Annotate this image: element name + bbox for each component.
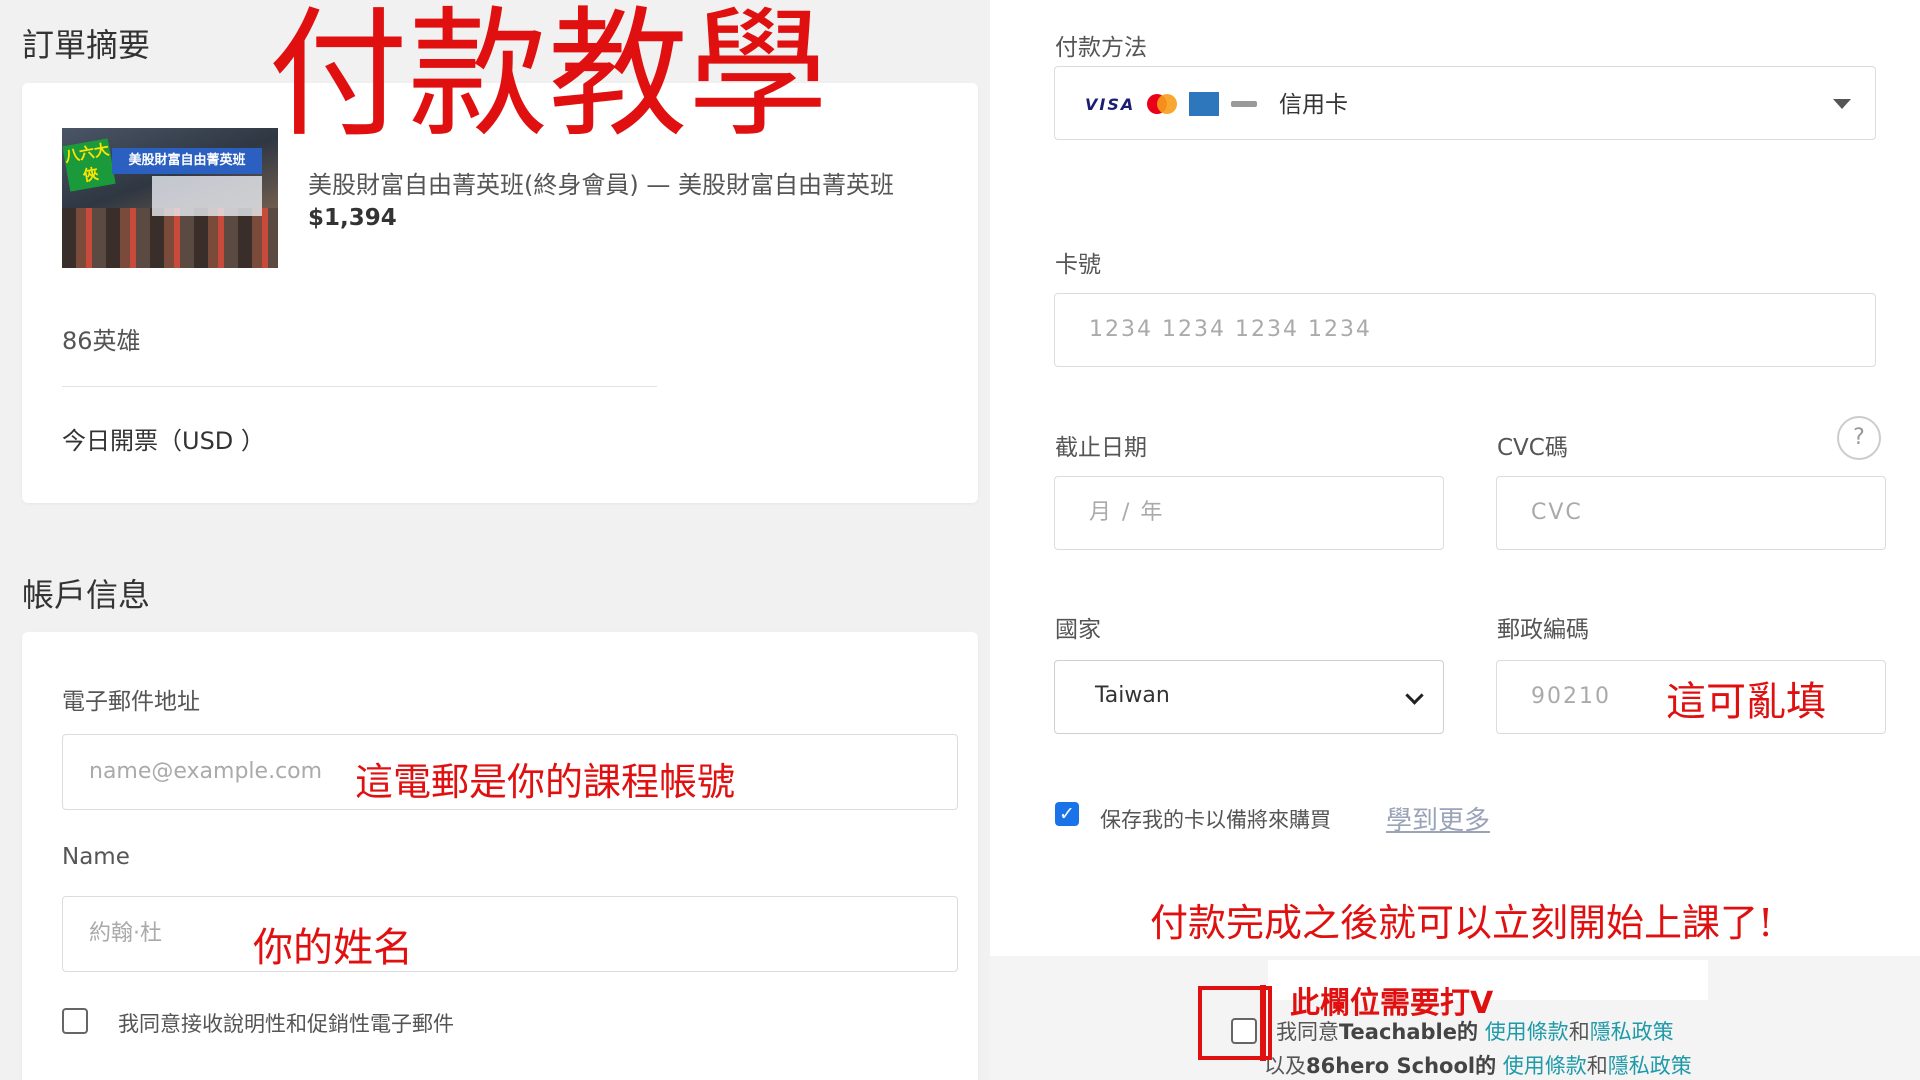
cvc-label: CVC碼 (1497, 435, 1568, 461)
payment-method-value: 信用卡 (1279, 92, 1348, 118)
caret-down-icon (1833, 99, 1851, 109)
product-name: 美股財富自由菁英班(終身會員) — 美股財富自由菁英班 (308, 171, 894, 199)
tutorial-title-annotation: 付款教學 (268, 0, 829, 157)
country-select[interactable]: Taiwan (1054, 660, 1444, 734)
visa-icon: VISA (1085, 94, 1136, 114)
highlight-bar (1260, 985, 1266, 1061)
product-thumbnail: 八六大俠 美股財富自由菁英班 (62, 128, 278, 268)
left-column: 訂單摘要 八六大俠 美股財富自由菁英班 美股財富自由菁英班(終身會員) — 美股… (0, 0, 990, 1080)
thumbnail-screen (152, 176, 262, 216)
today-charge-label: 今日開票（USD ） (62, 427, 265, 455)
terms-brand-teachable: Teachable的 (1339, 1020, 1478, 1044)
terms-prefix: 我同意 (1276, 1020, 1339, 1044)
seller-name: 86英雄 (62, 327, 141, 355)
expiry-label: 截止日期 (1055, 435, 1147, 461)
name-input[interactable]: 約翰·杜 (62, 896, 958, 972)
thumbnail-badge: 八六大俠 (62, 138, 116, 192)
expiry-input[interactable]: 月 / 年 (1054, 476, 1444, 550)
promo-email-label: 我同意接收說明性和促銷性電子郵件 (118, 1012, 454, 1036)
promo-email-checkbox[interactable] (62, 1008, 88, 1034)
payment-method-select[interactable]: VISA 信用卡 (1054, 66, 1876, 140)
save-card-checkbox[interactable]: ✓ (1055, 802, 1079, 826)
terms-and-2: 和 (1586, 1054, 1608, 1078)
card-number-label: 卡號 (1055, 252, 1101, 278)
order-summary-title: 訂單摘要 (22, 26, 151, 64)
account-info-card: 電子郵件地址 name@example.com Name 約翰·杜 我同意接收說… (22, 632, 978, 1080)
school-privacy-link[interactable]: 隱私政策 (1608, 1054, 1692, 1078)
product-price: $1,394 (308, 205, 397, 231)
amex-icon (1189, 92, 1220, 116)
thumbnail-crowd (62, 208, 278, 268)
name-label: Name (62, 844, 130, 870)
terms-and: 和 (1568, 1020, 1590, 1044)
check-note-annotation: 此欄位需要打V (1290, 986, 1494, 1021)
zip-note-annotation: 這可亂填 (1666, 679, 1826, 725)
cvc-input[interactable]: CVC (1496, 476, 1886, 550)
email-label: 電子郵件地址 (62, 689, 200, 715)
country-value: Taiwan (1095, 683, 1170, 708)
mastercard-icon (1147, 94, 1178, 114)
name-note-annotation: 你的姓名 (253, 925, 413, 971)
card-other-icon (1231, 101, 1258, 107)
checkout-page: 訂單摘要 八六大俠 美股財富自由菁英班 美股財富自由菁英班(終身會員) — 美股… (0, 0, 1920, 1080)
terms-line-school: 以及86hero School的 使用條款和隱私政策 (1264, 1050, 1692, 1080)
thumbnail-banner: 美股財富自由菁英班 (112, 148, 262, 174)
account-info-title: 帳戶信息 (22, 576, 151, 614)
zip-label: 郵政編碼 (1497, 617, 1589, 643)
summary-divider (62, 386, 657, 387)
country-label: 國家 (1055, 617, 1101, 643)
card-logos: VISA (1085, 91, 1258, 117)
terms-brand-school: 86hero School的 (1306, 1054, 1497, 1078)
card-number-input[interactable]: 1234 1234 1234 1234 (1054, 293, 1876, 367)
school-terms-link[interactable]: 使用條款 (1503, 1054, 1587, 1078)
teachable-privacy-link[interactable]: 隱私政策 (1590, 1020, 1674, 1044)
email-note-annotation: 這電郵是你的課程帳號 (355, 760, 736, 804)
chevron-down-icon (1405, 686, 1424, 705)
save-card-label: 保存我的卡以備將來購買 (1100, 808, 1331, 832)
learn-more-link[interactable]: 學到更多 (1386, 800, 1490, 837)
done-note-annotation: 付款完成之後就可以立刻開始上課了! (1150, 901, 1774, 945)
teachable-terms-link[interactable]: 使用條款 (1485, 1020, 1569, 1044)
help-icon[interactable]: ? (1837, 416, 1881, 460)
payment-method-label: 付款方法 (1055, 35, 1147, 61)
